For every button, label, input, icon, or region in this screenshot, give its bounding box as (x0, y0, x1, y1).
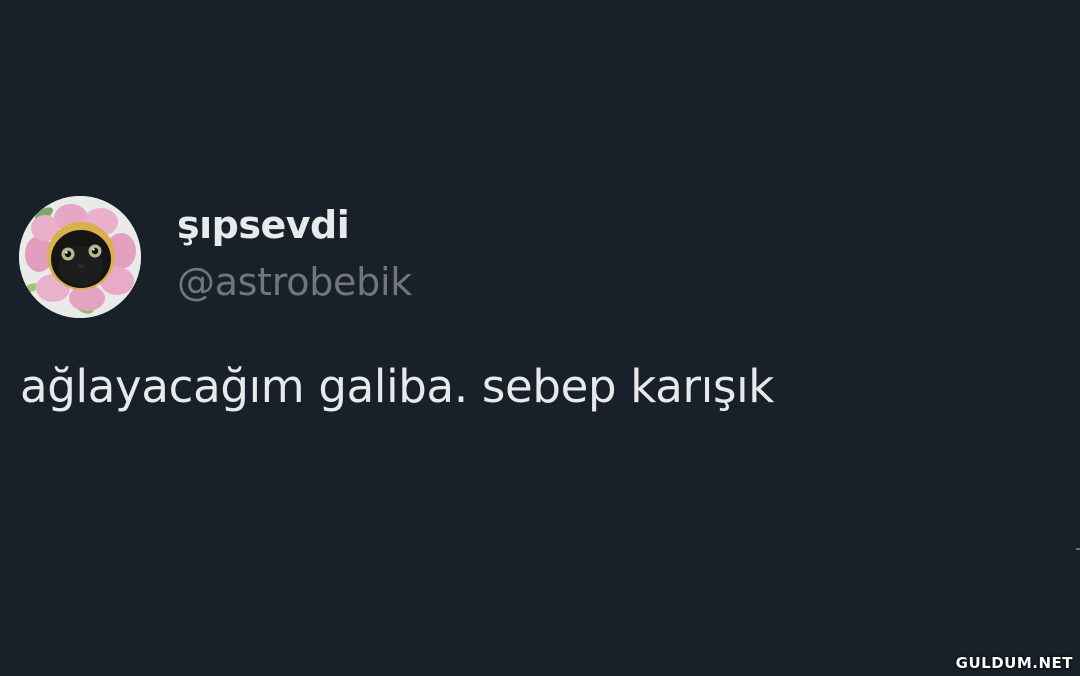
user-handle[interactable]: @astrobebik (177, 256, 412, 308)
edge-divider (1076, 548, 1080, 550)
tweet-text: ağlayacağım galiba. sebep karışık (20, 360, 775, 413)
display-name[interactable]: şıpsevdi (177, 200, 350, 250)
watermark: GULDUM.NET (955, 654, 1073, 672)
kitten-flower-avatar-icon (19, 196, 141, 318)
tweet-screenshot: şıpsevdi @astrobebik ağlayacağım galiba.… (0, 0, 1080, 676)
avatar[interactable] (19, 196, 141, 318)
